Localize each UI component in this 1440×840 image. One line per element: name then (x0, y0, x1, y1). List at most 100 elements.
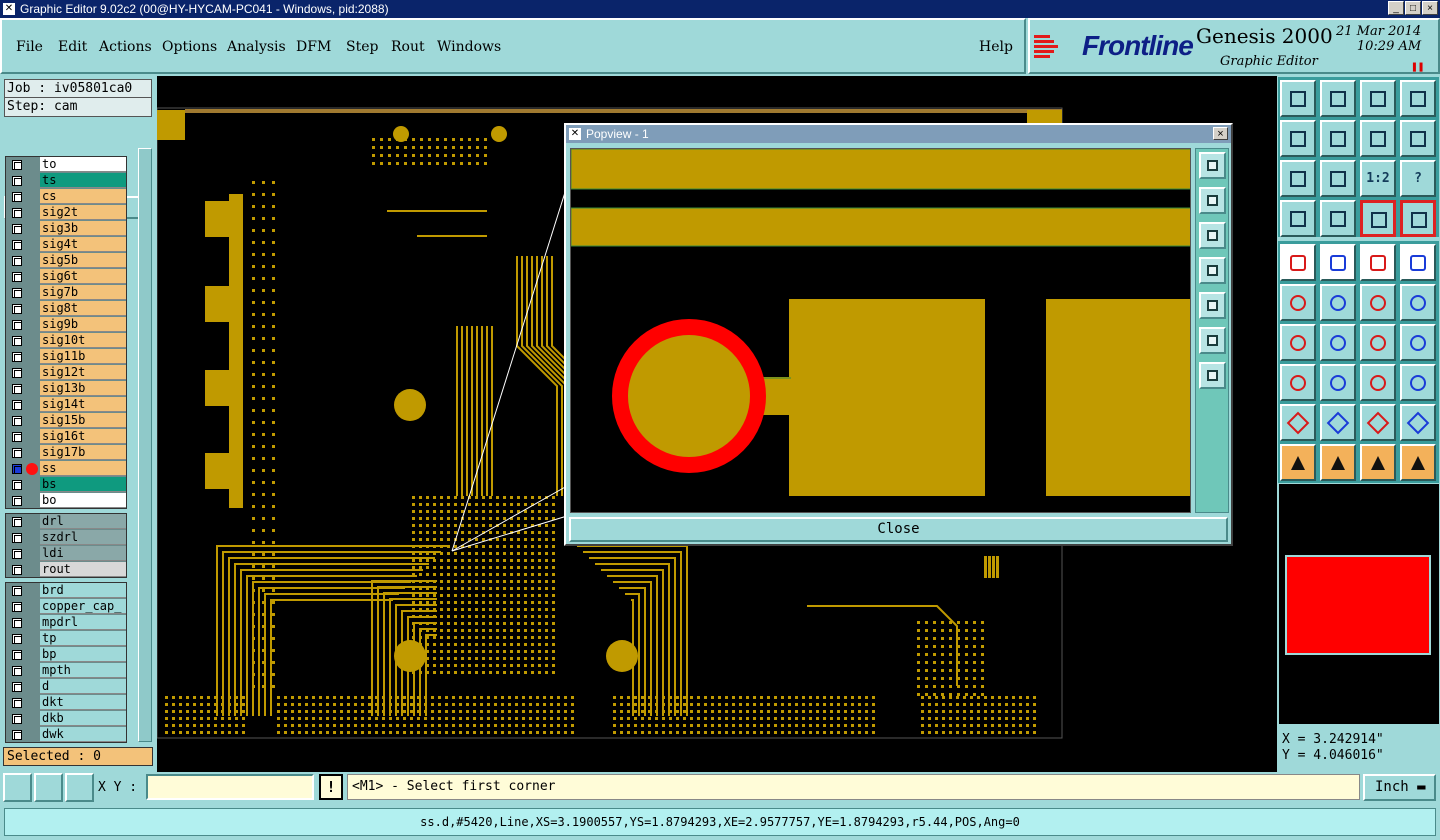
layer-row-sig11b[interactable]: sig11b (6, 349, 126, 365)
layer-checkbox[interactable] (12, 256, 22, 266)
layer-checkbox[interactable] (12, 208, 22, 218)
layer-row-cs[interactable]: cs (6, 189, 126, 205)
layer-name[interactable]: sig10t (40, 333, 126, 348)
layer-checkbox[interactable] (12, 448, 22, 458)
grid-button[interactable] (1320, 200, 1356, 237)
layer-checkbox[interactable] (12, 714, 22, 724)
connect-pads-button[interactable] (1280, 284, 1316, 321)
layer-checkbox[interactable] (12, 288, 22, 298)
layer-row-sig3b[interactable]: sig3b (6, 221, 126, 237)
layer-name[interactable]: mpdrl (40, 615, 126, 630)
layer-checkbox[interactable] (12, 464, 22, 474)
drill-tool-button[interactable] (1280, 364, 1316, 401)
layer-name[interactable]: tp (40, 631, 126, 646)
layer-checkbox[interactable] (12, 432, 22, 442)
popview-zoom-home-button[interactable] (1199, 152, 1226, 179)
alert-button[interactable]: ! (319, 774, 343, 800)
layer-name[interactable]: sig13b (40, 381, 126, 396)
layer-row-szdrl[interactable]: szdrl (6, 530, 126, 546)
layer-name[interactable]: sig4t (40, 237, 126, 252)
layer-checkbox[interactable] (12, 682, 22, 692)
layer-checkbox[interactable] (12, 480, 22, 490)
split-view-button[interactable] (1400, 80, 1436, 117)
layer-checkbox[interactable] (12, 517, 22, 527)
delete-pad-button[interactable] (1320, 284, 1356, 321)
layer-checkbox[interactable] (12, 533, 22, 543)
menu-actions[interactable]: Actions (99, 39, 152, 55)
layer-checkbox[interactable] (12, 320, 22, 330)
layer-name[interactable]: dwk (40, 727, 126, 742)
layer-row-bs[interactable]: bs (6, 477, 126, 493)
select-box-button[interactable] (1320, 444, 1356, 481)
layer-name[interactable]: sig9b (40, 317, 126, 332)
xy-input[interactable] (146, 774, 314, 800)
layer-checkbox[interactable] (12, 496, 22, 506)
tools-button[interactable] (1280, 200, 1316, 237)
layer-row-sig7b[interactable]: sig7b (6, 285, 126, 301)
layer-checkbox[interactable] (12, 384, 22, 394)
triangle-a-button[interactable] (1280, 404, 1316, 441)
maximize-icon[interactable]: □ (1405, 1, 1421, 15)
layer-row-sig4t[interactable]: sig4t (6, 237, 126, 253)
layer-row-dkb[interactable]: dkb (6, 711, 126, 727)
popview-close-button[interactable]: Close (569, 517, 1228, 542)
layer-name[interactable]: ldi (40, 546, 126, 561)
layer-checkbox[interactable] (12, 666, 22, 676)
layer-name[interactable]: cs (40, 189, 126, 204)
layer-row-sig6t[interactable]: sig6t (6, 269, 126, 285)
layer-name[interactable]: sig11b (40, 349, 126, 364)
move-layer-button[interactable] (1320, 80, 1356, 117)
popview-canvas[interactable] (570, 148, 1191, 513)
layer-checkbox[interactable] (12, 352, 22, 362)
route-tool-button[interactable] (1400, 444, 1436, 481)
layer-checkbox[interactable] (12, 176, 22, 186)
measure-icon[interactable] (34, 773, 63, 802)
layer-name[interactable]: sig16t (40, 429, 126, 444)
layer-name[interactable]: sig7b (40, 285, 126, 300)
menu-edit[interactable]: Edit (58, 39, 87, 55)
add-line-button[interactable] (1360, 284, 1396, 321)
menu-options[interactable]: Options (162, 39, 217, 55)
pad-tool-button[interactable] (1280, 244, 1316, 281)
text-tool-button[interactable] (1400, 324, 1436, 361)
slant-line-button[interactable] (1320, 324, 1356, 361)
layer-checkbox[interactable] (12, 634, 22, 644)
layer-checkbox[interactable] (12, 336, 22, 346)
layer-row-bp[interactable]: bp (6, 647, 126, 663)
layer-row-sig10t[interactable]: sig10t (6, 333, 126, 349)
popview-pan-right-button[interactable] (1199, 292, 1226, 319)
layer-name[interactable]: szdrl (40, 530, 126, 545)
layer-checkbox[interactable] (12, 549, 22, 559)
menu-rout[interactable]: Rout (391, 39, 425, 55)
layer-row-to[interactable]: to (6, 157, 126, 173)
layer-row-sig17b[interactable]: sig17b (6, 445, 126, 461)
layer-name[interactable]: mpth (40, 663, 126, 678)
layer-row-ss[interactable]: ss (6, 461, 126, 477)
layer-checkbox[interactable] (12, 650, 22, 660)
layer-row-mpth[interactable]: mpth (6, 663, 126, 679)
layer-checkbox[interactable] (12, 602, 22, 612)
rotate-button[interactable] (1360, 120, 1396, 157)
layer-name[interactable]: ts (40, 173, 126, 188)
menu-file[interactable]: File (16, 39, 43, 55)
grid-snap-icon[interactable] (65, 773, 94, 802)
layer-row-drl[interactable]: drl (6, 514, 126, 530)
zoom-center-button[interactable] (1320, 160, 1356, 197)
layer-checkbox[interactable] (12, 400, 22, 410)
popview-close-x-button[interactable]: × (1213, 127, 1228, 140)
layer-name[interactable]: drl (40, 514, 126, 529)
layer-row-mpdrl[interactable]: mpdrl (6, 615, 126, 631)
select-arrow-button[interactable] (1280, 444, 1316, 481)
layer-name[interactable]: dkt (40, 695, 126, 710)
menu-windows[interactable]: Windows (437, 39, 501, 55)
layer-row-sig15b[interactable]: sig15b (6, 413, 126, 429)
layer-checkbox[interactable] (12, 586, 22, 596)
copy-layer-button[interactable] (1280, 80, 1316, 117)
layer-row-sig5b[interactable]: sig5b (6, 253, 126, 269)
layer-name[interactable]: ss (40, 461, 126, 476)
pause-icon[interactable]: ❚❚ (1411, 60, 1424, 73)
layer-name[interactable]: sig14t (40, 397, 126, 412)
layer-name[interactable]: sig12t (40, 365, 126, 380)
step-out-button[interactable] (1320, 120, 1356, 157)
zoom-fit-button[interactable] (1280, 160, 1316, 197)
